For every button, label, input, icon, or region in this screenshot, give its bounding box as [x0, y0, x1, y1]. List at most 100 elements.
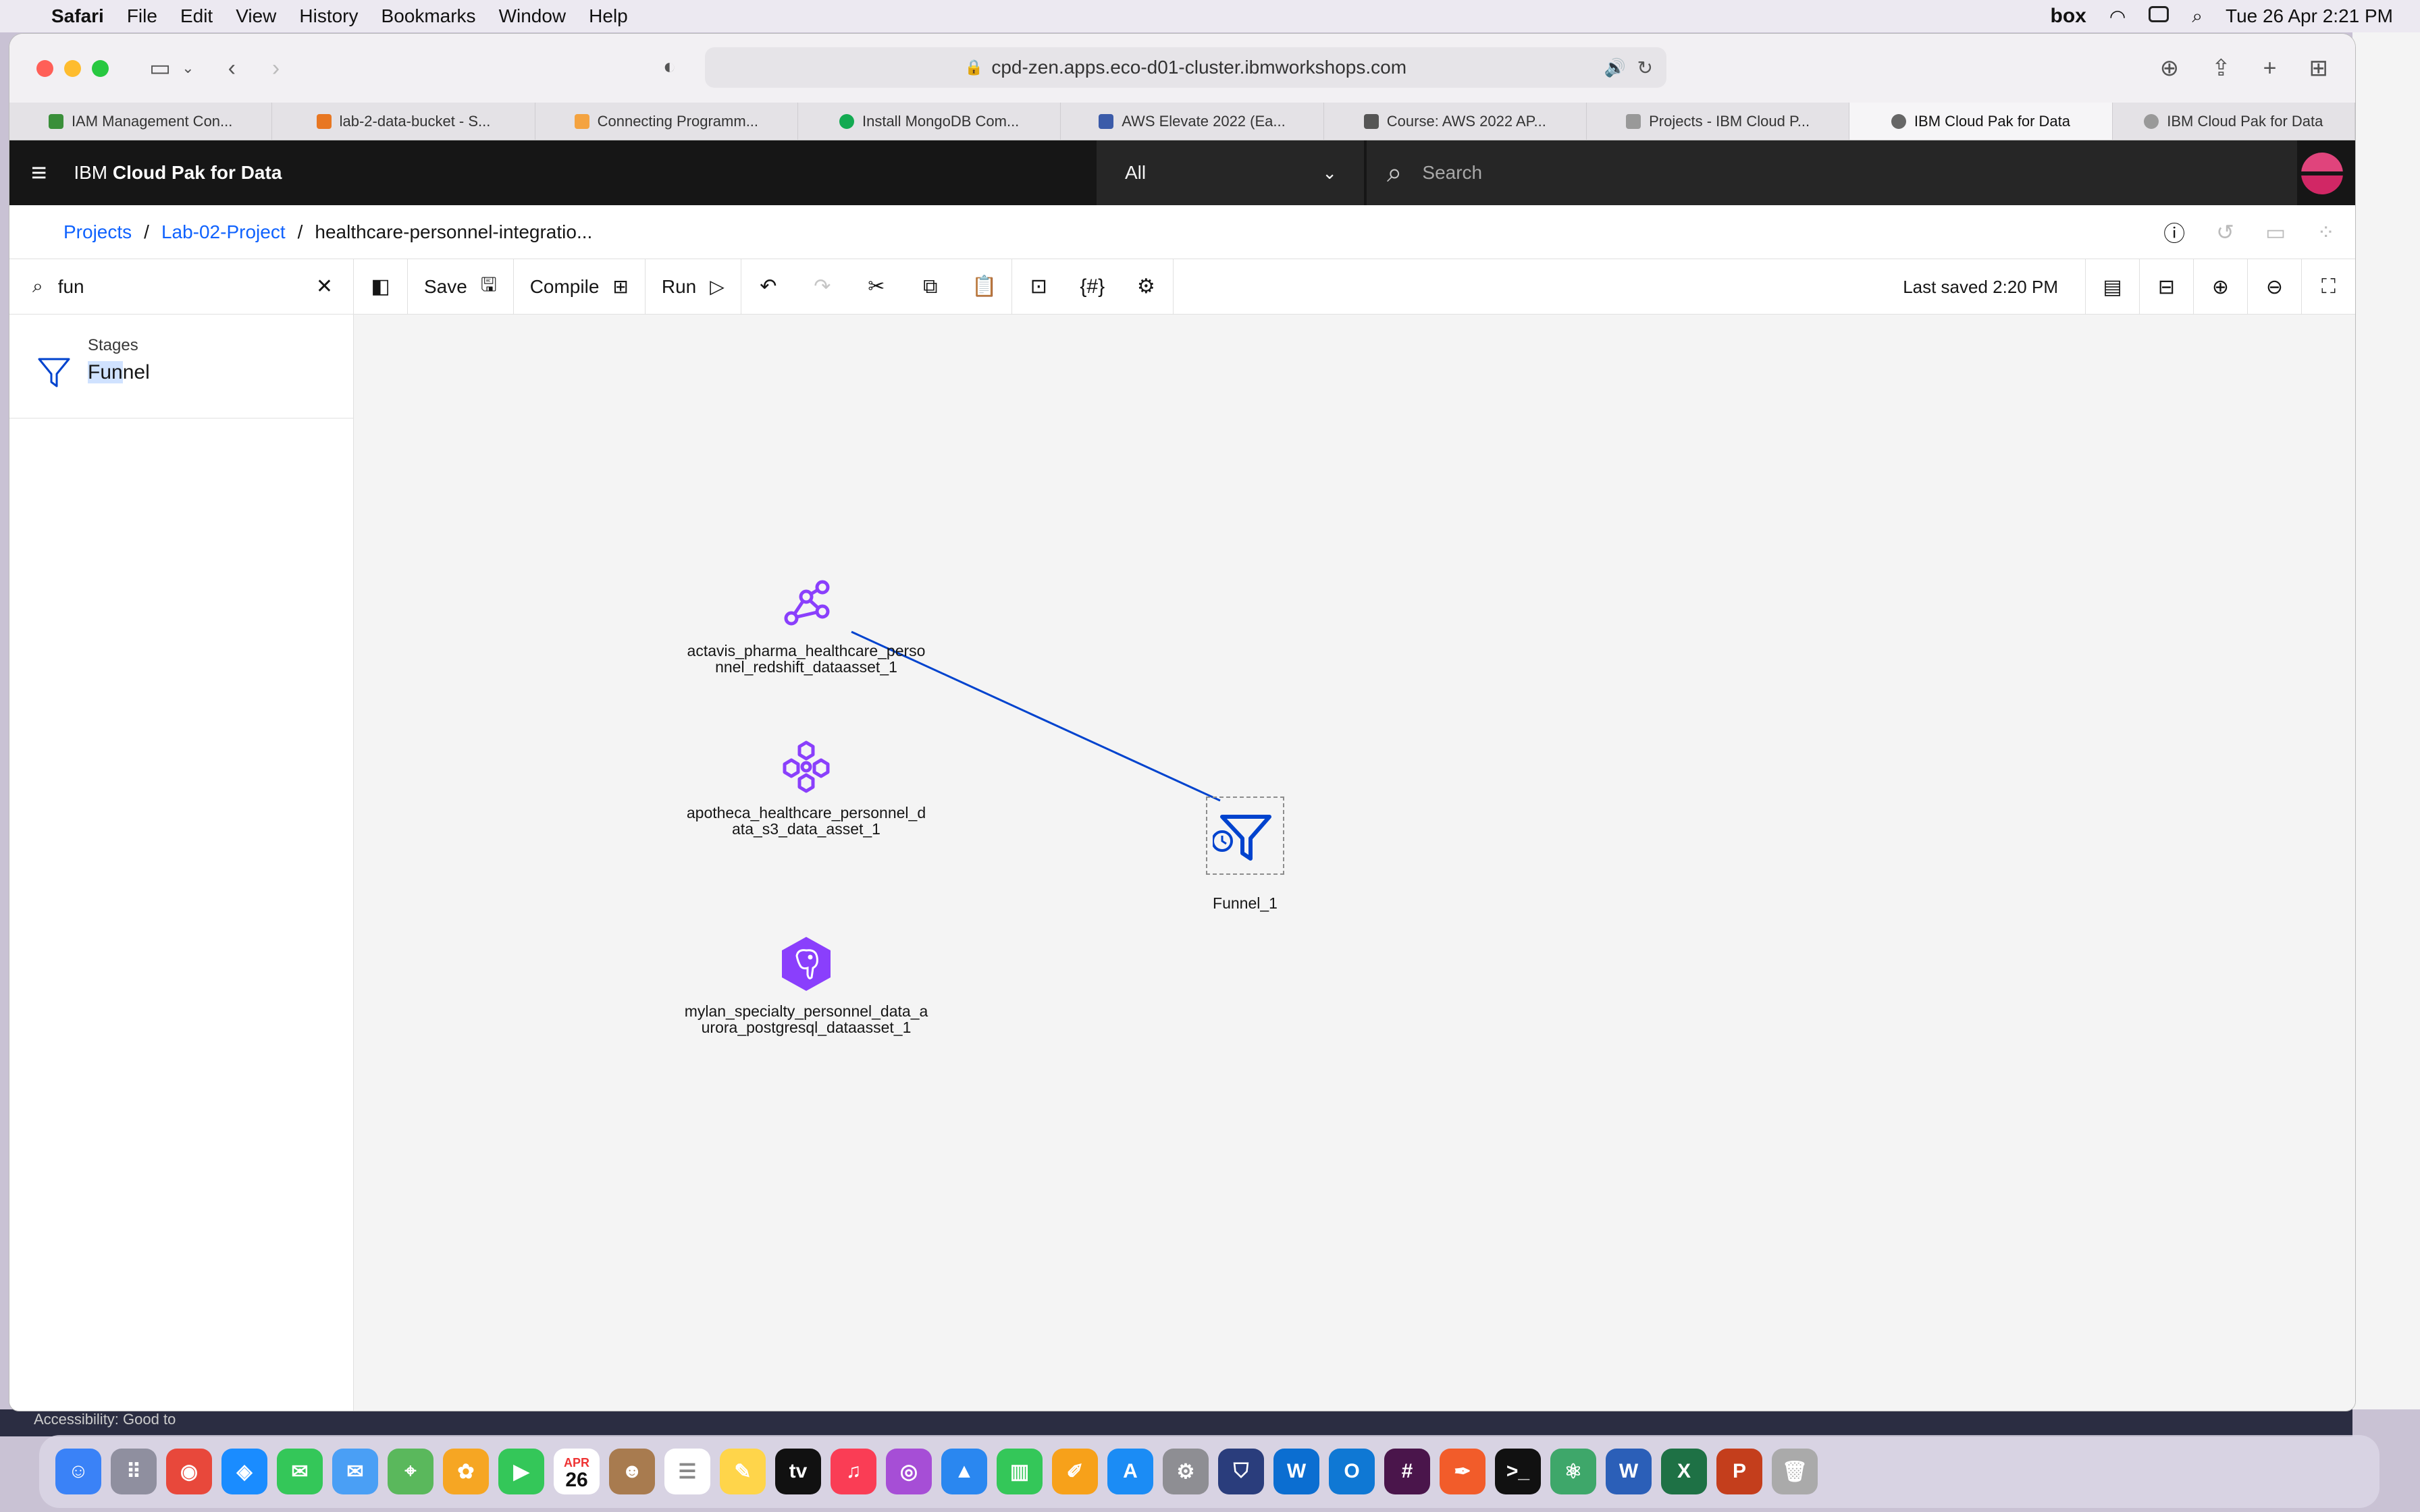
new-tab-icon[interactable]: + — [2263, 55, 2277, 82]
node-funnel[interactable]: Funnel_1 — [1171, 796, 1319, 911]
chrome-icon[interactable]: ◉ — [166, 1449, 212, 1494]
cut-icon[interactable]: ✂ — [849, 259, 903, 314]
close-window-button[interactable] — [36, 59, 53, 77]
wifi-icon[interactable]: ◠ — [2109, 5, 2126, 28]
info-icon[interactable]: ⓘ — [2163, 217, 2185, 248]
undo-icon[interactable]: ↶ — [741, 259, 795, 314]
compile-button[interactable]: Compile ⊞ — [514, 259, 646, 314]
parameters-icon[interactable]: {#} — [1066, 259, 1120, 314]
run-button[interactable]: Run ▷ — [646, 259, 741, 314]
messages-icon[interactable]: ✉ — [277, 1449, 323, 1494]
paste-icon[interactable]: 📋 — [957, 259, 1011, 314]
downloads-icon[interactable]: ⊕ — [2160, 55, 2180, 82]
hamburger-menu-icon[interactable]: ≡ — [31, 158, 47, 188]
box-icon[interactable]: box — [2051, 5, 2086, 28]
word-icon[interactable]: W — [1606, 1449, 1652, 1494]
keynote-icon[interactable]: ▲ — [941, 1449, 987, 1494]
audio-icon[interactable]: 🔊 — [1604, 57, 1626, 78]
avatar[interactable] — [2301, 153, 2343, 194]
pages-icon[interactable]: ✐ — [1052, 1449, 1098, 1494]
tab-projects[interactable]: Projects - IBM Cloud P... — [1587, 103, 1850, 140]
pen-icon[interactable]: ✒ — [1440, 1449, 1485, 1494]
terminal-icon[interactable]: >_ — [1495, 1449, 1541, 1494]
maps-icon[interactable]: ⌖ — [388, 1449, 433, 1494]
history-icon[interactable]: ↺ — [2216, 219, 2234, 245]
tab-cloud-pak-active[interactable]: IBM Cloud Pak for Data — [1849, 103, 2113, 140]
tab-aws-elevate[interactable]: AWS Elevate 2022 (Ea... — [1061, 103, 1324, 140]
podcasts-icon[interactable]: ◎ — [886, 1449, 932, 1494]
launchpad-icon[interactable]: ⠿ — [111, 1449, 157, 1494]
chevron-down-icon[interactable]: ⌄ — [182, 59, 194, 77]
spotlight-icon[interactable]: ⌕ — [2192, 5, 2203, 28]
calendar-icon[interactable]: APR 26 — [554, 1449, 600, 1494]
node-postgresql[interactable]: mylan_specialty_personnel_data_a urora_p… — [664, 936, 948, 1035]
tab-connecting[interactable]: Connecting Programm... — [535, 103, 798, 140]
webex-icon[interactable]: W — [1273, 1449, 1319, 1494]
search-scope-dropdown[interactable]: All ⌄ — [1097, 140, 1364, 205]
atom-icon[interactable]: ⚛ — [1550, 1449, 1596, 1494]
comment-icon[interactable]: ▭ — [2265, 219, 2286, 245]
breadcrumb-project[interactable]: Lab-02-Project — [161, 221, 286, 243]
share-icon[interactable]: ⇪ — [2211, 55, 2231, 82]
system-preferences-icon[interactable]: ⚙ — [1163, 1449, 1209, 1494]
app-store-icon[interactable]: A — [1107, 1449, 1153, 1494]
fit-to-screen-icon[interactable]: ⛶ — [2301, 259, 2355, 315]
details-panel-icon[interactable]: ▤ — [2085, 259, 2139, 315]
music-icon[interactable]: ♫ — [831, 1449, 876, 1494]
menu-file[interactable]: File — [127, 5, 157, 27]
save-button[interactable]: Save 🖫 — [408, 259, 514, 314]
photos-icon[interactable]: ✿ — [443, 1449, 489, 1494]
product-title[interactable]: IBM Cloud Pak for Data — [74, 162, 282, 184]
global-search[interactable]: ⌕ Search — [1365, 140, 2297, 205]
menu-view[interactable]: View — [236, 5, 276, 27]
tab-cloud-pak[interactable]: IBM Cloud Pak for Data — [2113, 103, 2355, 140]
menu-history[interactable]: History — [299, 5, 358, 27]
menu-window[interactable]: Window — [499, 5, 567, 27]
facetime-icon[interactable]: ▶ — [498, 1449, 544, 1494]
palette-search-input[interactable]: ⌕ fun ✕ — [9, 259, 354, 314]
outlook-icon[interactable]: O — [1329, 1449, 1375, 1494]
notes-icon[interactable]: ✎ — [720, 1449, 766, 1494]
menu-help[interactable]: Help — [589, 5, 628, 27]
zoom-out-icon[interactable]: ⊖ — [2247, 259, 2301, 315]
privacy-shield-icon[interactable]: ◐ — [663, 54, 676, 79]
slack-icon[interactable]: # — [1384, 1449, 1430, 1494]
arrange-icon[interactable]: ⊟ — [2139, 259, 2193, 315]
tab-overview-icon[interactable]: ⊞ — [2309, 55, 2329, 82]
battery-icon[interactable] — [2149, 5, 2169, 27]
menu-app-name[interactable]: Safari — [51, 5, 104, 27]
reminders-icon[interactable]: ☰ — [664, 1449, 710, 1494]
contacts-icon[interactable]: ☻ — [609, 1449, 655, 1494]
forward-icon[interactable]: › — [272, 55, 280, 82]
palette-item-funnel[interactable]: Funnel — [36, 355, 150, 390]
tab-mongodb[interactable]: Install MongoDB Com... — [798, 103, 1061, 140]
menu-bookmarks[interactable]: Bookmarks — [382, 5, 476, 27]
address-bar[interactable]: 🔒 cpd-zen.apps.eco-d01-cluster.ibmworksh… — [705, 47, 1666, 88]
menu-edit[interactable]: Edit — [180, 5, 213, 27]
apple-tv-icon[interactable]: tv — [775, 1449, 821, 1494]
powerpoint-icon[interactable]: P — [1716, 1449, 1762, 1494]
tab-iam[interactable]: IAM Management Con... — [9, 103, 273, 140]
toggle-palette-icon[interactable]: ◧ — [354, 259, 408, 314]
add-comment-icon[interactable]: ⊡ — [1011, 259, 1066, 314]
selected-node-frame[interactable] — [1206, 796, 1284, 875]
vpn-icon[interactable]: ⛉ — [1218, 1449, 1264, 1494]
finder-icon[interactable]: ☺ — [55, 1449, 101, 1494]
breadcrumb-projects[interactable]: Projects — [63, 221, 132, 243]
copy-icon[interactable]: ⧉ — [903, 259, 957, 314]
excel-icon[interactable]: X — [1661, 1449, 1707, 1494]
flow-icon[interactable]: ⁘ — [2317, 219, 2335, 245]
node-redshift[interactable]: actavis_pharma_healthcare_perso nnel_red… — [664, 578, 948, 675]
redo-icon[interactable]: ↷ — [795, 259, 849, 314]
clear-search-icon[interactable]: ✕ — [316, 275, 333, 298]
zoom-in-icon[interactable]: ⊕ — [2193, 259, 2247, 315]
back-icon[interactable]: ‹ — [228, 55, 236, 82]
flow-canvas[interactable]: actavis_pharma_healthcare_perso nnel_red… — [354, 315, 2355, 1411]
trash-icon[interactable]: 🗑 — [1772, 1449, 1818, 1494]
mail-icon[interactable]: ✉ — [332, 1449, 378, 1494]
settings-gear-icon[interactable]: ⚙ — [1120, 259, 1174, 314]
node-s3[interactable]: apotheca_healthcare_personnel_d ata_s3_d… — [664, 740, 948, 837]
tab-s3[interactable]: lab-2-data-bucket - S... — [272, 103, 535, 140]
clock[interactable]: Tue 26 Apr 2:21 PM — [2226, 5, 2393, 27]
numbers-icon[interactable]: ▥ — [997, 1449, 1043, 1494]
